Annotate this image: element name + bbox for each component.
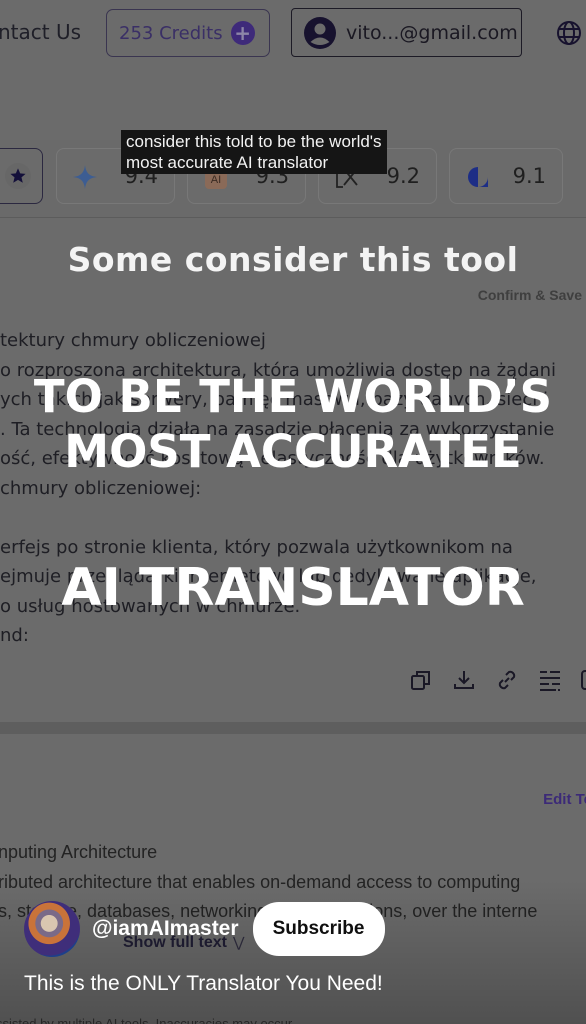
channel-avatar[interactable] xyxy=(24,901,80,957)
text-line: nputing Architecture xyxy=(0,842,158,862)
text-line: nd: xyxy=(0,625,29,646)
globe-icon[interactable] xyxy=(556,20,582,46)
plus-circle-icon[interactable]: + xyxy=(230,21,255,45)
copy-icon[interactable] xyxy=(408,667,434,693)
sparkle-icon xyxy=(73,165,97,189)
star-icon xyxy=(5,163,31,189)
overlay-big-text: TO BE THE WORLD’S xyxy=(33,370,553,423)
show-full-label: Show full text xyxy=(123,934,227,951)
confirm-save-button[interactable]: Confirm & Save xyxy=(478,287,582,303)
output-toolbar xyxy=(408,667,586,693)
video-title[interactable]: This is the ONLY Translator You Need! xyxy=(24,972,383,996)
model-card-star[interactable] xyxy=(0,148,43,204)
overlay-big-text: MOST ACCURATEE xyxy=(64,425,522,478)
credits-label: 253 Credits xyxy=(119,22,223,44)
text-line: tektury chmury obliczeniowej xyxy=(0,330,266,351)
overlay-big-text: AI TRANSLATOR xyxy=(61,558,525,618)
download-icon[interactable] xyxy=(451,667,477,693)
panel-divider xyxy=(0,722,586,734)
account-button[interactable]: vito...@gmail.com xyxy=(291,8,522,57)
caption-line: most accurate AI translator xyxy=(126,153,329,172)
credits-button[interactable]: 253 Credits + xyxy=(106,9,270,57)
contact-us-link[interactable]: ntact Us xyxy=(0,20,81,44)
text-line xyxy=(0,503,586,533)
top-nav: ntact Us 253 Credits + vito...@gmail.com xyxy=(0,0,586,70)
model-score: 9.2 xyxy=(386,164,420,188)
overlay-headline: Some consider this tool xyxy=(67,240,519,279)
double-chevron-down-icon: ⋁ xyxy=(233,934,245,950)
video-caption: consider this told to be the world's mos… xyxy=(121,130,387,174)
model-score: 9.1 xyxy=(512,164,546,188)
subscribe-button[interactable]: Subscribe xyxy=(252,902,385,956)
caption-line: consider this told to be the world's xyxy=(126,132,382,151)
show-full-text-button[interactable]: Show full text ⋁ xyxy=(123,934,244,952)
blue-drop-icon xyxy=(468,167,488,187)
link-icon[interactable] xyxy=(494,667,520,693)
align-icon[interactable] xyxy=(537,667,563,693)
svg-text:AI: AI xyxy=(211,174,221,186)
more-icon[interactable] xyxy=(580,667,586,693)
edit-text-button[interactable]: Edit Te xyxy=(543,791,586,808)
user-circle-icon xyxy=(304,16,336,49)
model-card-drop[interactable]: 9.1 xyxy=(449,148,563,204)
account-email: vito...@gmail.com xyxy=(346,21,518,44)
